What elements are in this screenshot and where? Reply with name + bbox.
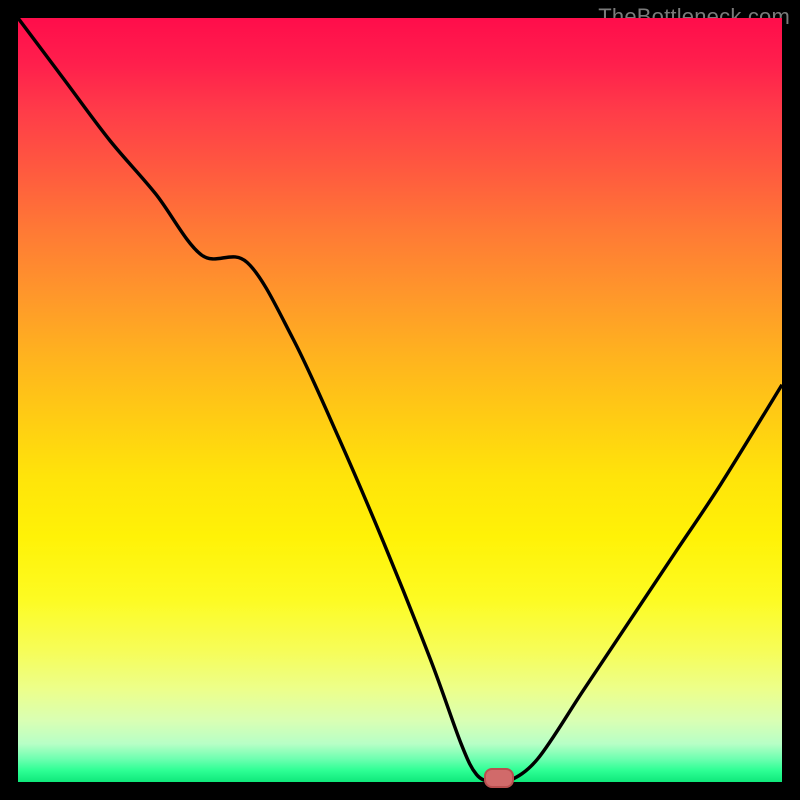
bottleneck-chart: TheBottleneck.com xyxy=(0,0,800,800)
bottleneck-curve-path xyxy=(18,18,782,782)
optimal-point-marker xyxy=(484,768,514,788)
plot-area xyxy=(18,18,782,782)
curve-svg xyxy=(18,18,782,782)
